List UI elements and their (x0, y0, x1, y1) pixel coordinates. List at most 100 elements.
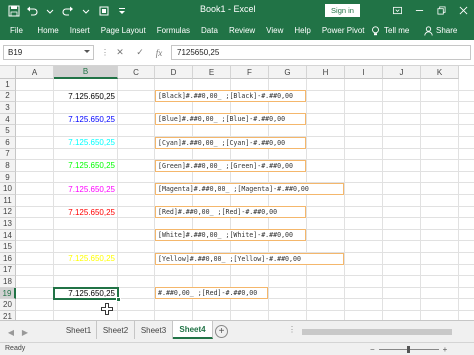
row-header-2[interactable]: 2 (0, 90, 16, 103)
insert-function-icon[interactable]: fx (152, 45, 166, 60)
row-header-4[interactable]: 4 (0, 113, 16, 126)
tab-data[interactable]: Data (196, 21, 224, 40)
customize-qat-icon[interactable] (113, 2, 131, 20)
gridline (16, 275, 474, 277)
tab-sheet2[interactable]: Sheet2 (97, 321, 135, 339)
scroll-left-icon[interactable]: ◀ (6, 327, 16, 337)
tab-sheet1[interactable]: Sheet1 (61, 321, 97, 339)
active-cell-outline[interactable] (53, 286, 119, 301)
tab-view[interactable]: View (261, 21, 289, 40)
enter-icon[interactable]: ✓ (133, 45, 147, 60)
row-header-20[interactable]: 20 (0, 299, 16, 311)
zoom-out-icon[interactable]: − (370, 345, 375, 354)
redo-icon[interactable] (59, 2, 77, 20)
format-textbox-row-19[interactable]: #.##0,00_ ;[Red]-#.##0,00 (155, 287, 268, 300)
row-header-1[interactable]: 1 (0, 79, 16, 91)
redo-dropdown-icon[interactable] (77, 2, 95, 20)
undo-icon[interactable] (23, 2, 41, 20)
format-textbox-row-14[interactable]: [White]#.##0,00_ ;[White]-#.##0,00 (155, 229, 306, 242)
tab-page-layout[interactable]: Page Layout (95, 21, 151, 40)
tab-sheet3[interactable]: Sheet3 (135, 321, 173, 339)
row-header-10[interactable]: 10 (0, 183, 16, 195)
tab-review[interactable]: Review (223, 21, 260, 40)
column-header-e[interactable]: E (193, 66, 231, 79)
row-header-21[interactable]: 21 (0, 311, 16, 320)
cell-value-b4[interactable]: 7.125.650,25 (54, 114, 118, 126)
tab-sheet4[interactable]: Sheet4 (173, 321, 213, 339)
row-header-6[interactable]: 6 (0, 137, 16, 149)
cell-value-b14[interactable]: 7.125.650,25 (54, 230, 118, 242)
zoom-in-icon[interactable]: + (443, 345, 448, 354)
row-header-11[interactable]: 11 (0, 195, 16, 207)
row-header-8[interactable]: 8 (0, 160, 16, 172)
name-box[interactable]: B19 (3, 45, 94, 60)
tab-home[interactable]: Home (32, 21, 64, 40)
tab-formulas[interactable]: Formulas (151, 21, 195, 40)
column-header-b[interactable]: B (54, 66, 118, 79)
cross-cursor-icon (101, 303, 113, 315)
column-header-c[interactable]: C (118, 66, 155, 79)
format-textbox-row-12[interactable]: [Red]#.##0,00_ ;[Red]-#.##0,00 (155, 206, 306, 219)
column-header-f[interactable]: F (231, 66, 269, 79)
row-header-14[interactable]: 14 (0, 229, 16, 242)
cancel-icon[interactable]: ✕ (113, 45, 127, 60)
scroll-thumb[interactable] (302, 329, 452, 335)
restore-icon[interactable] (430, 0, 452, 21)
column-header-g[interactable]: G (269, 66, 307, 79)
row-header-5[interactable]: 5 (0, 125, 16, 137)
scroll-right-icon[interactable]: ▶ (20, 327, 30, 337)
row-header-7[interactable]: 7 (0, 148, 16, 161)
row-header-3[interactable]: 3 (0, 102, 16, 114)
chevron-down-icon[interactable] (84, 50, 90, 53)
column-header-k[interactable]: K (421, 66, 459, 79)
column-header-d[interactable]: D (155, 66, 193, 79)
row-header-9[interactable]: 9 (0, 171, 16, 184)
cell-value-b12[interactable]: 7.125.650,25 (54, 207, 118, 219)
format-textbox-row-16[interactable]: [Yellow]#.##0,00_ ;[Yellow]-#.##0,00 (155, 252, 344, 265)
row-header-15[interactable]: 15 (0, 241, 16, 253)
touch-mode-icon[interactable] (95, 2, 113, 20)
column-header-i[interactable]: I (345, 66, 383, 79)
cell-value-b6[interactable]: 7.125.650,25 (54, 137, 118, 149)
sheet-tabs-bar: ◀ ▶ Sheet1 Sheet2 Sheet3 Sheet4 + ⋮ (0, 320, 474, 342)
close-icon[interactable] (452, 0, 474, 21)
save-icon[interactable] (5, 2, 23, 20)
cell-value-b8[interactable]: 7.125.650,25 (54, 160, 118, 172)
row-header-17[interactable]: 17 (0, 264, 16, 277)
row-header-12[interactable]: 12 (0, 206, 16, 219)
sign-in-button[interactable]: Sign in (325, 4, 360, 17)
undo-dropdown-icon[interactable] (41, 2, 59, 20)
spreadsheet-grid[interactable]: A B C D E F G H I J K 1 2 3 4 5 6 7 8 9 10 11 12 13 14 15 16 17 18 19… (0, 66, 474, 320)
cell-value-b10[interactable]: 7.125.650,25 (54, 183, 118, 195)
format-textbox-row-6[interactable]: [Cyan]#.##0,00_ ;[Cyan]-#.##0,00 (155, 136, 306, 149)
select-all-corner[interactable] (0, 66, 16, 79)
fill-handle[interactable] (116, 297, 121, 303)
tell-me-search[interactable]: Tell me (371, 21, 409, 40)
add-sheet-button[interactable]: + (215, 325, 228, 338)
format-textbox-row-4[interactable]: [Blue]#.##0,00_ ;[Blue]-#.##0,00 (155, 113, 306, 126)
zoom-slider[interactable] (378, 346, 439, 353)
tab-power-pivot[interactable]: Power Pivot (316, 21, 370, 40)
column-header-h[interactable]: H (307, 66, 345, 79)
format-textbox-row-2[interactable]: [Black]#.##0,00_ ;[Black]-#.##0,00 (155, 90, 306, 103)
format-textbox-row-8[interactable]: [Green]#.##0,00_ ;[Green]-#.##0,00 (155, 159, 306, 172)
share-button[interactable]: Share (424, 21, 457, 40)
tab-file[interactable]: File (0, 21, 32, 40)
column-header-a[interactable]: A (16, 66, 54, 79)
tab-help[interactable]: Help (289, 21, 316, 40)
tab-insert[interactable]: Insert (64, 21, 95, 40)
formula-bar-grip-icon: ⋮ (101, 48, 109, 57)
zoom-control[interactable]: − + (370, 345, 447, 354)
column-header-j[interactable]: J (383, 66, 421, 79)
ribbon-display-options-icon[interactable] (386, 0, 408, 21)
row-header-18[interactable]: 18 (0, 276, 16, 288)
cell-value-b2[interactable]: 7.125.650,25 (54, 91, 118, 103)
horizontal-scrollbar[interactable]: ⋮ (288, 325, 474, 336)
row-header-13[interactable]: 13 (0, 218, 16, 230)
format-textbox-row-10[interactable]: [Magenta]#.##0,00_ ;[Magenta]-#.##0,00 (155, 182, 344, 195)
cell-value-b16[interactable]: 7.125.650,25 (54, 253, 118, 265)
formula-input[interactable]: 7125650,25 (171, 45, 471, 60)
row-header-19[interactable]: 19 (0, 287, 16, 300)
minimize-icon[interactable] (408, 0, 430, 21)
row-header-16[interactable]: 16 (0, 253, 16, 265)
